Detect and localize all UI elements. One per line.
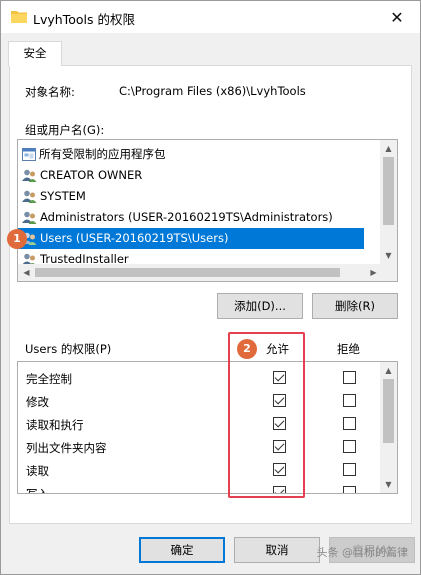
deny-checkbox[interactable] [343, 394, 356, 407]
permissions-label: Users 的权限(P) [25, 342, 112, 356]
deny-checkbox[interactable] [343, 371, 356, 384]
scroll-up-icon[interactable]: ▲ [380, 140, 397, 157]
users-icon [22, 211, 37, 224]
permission-row: 修改 [18, 390, 382, 413]
cancel-button[interactable]: 取消 [234, 537, 320, 563]
users-icon [22, 190, 37, 203]
scroll-down-icon[interactable]: ▼ [380, 247, 397, 264]
close-icon: ✕ [390, 7, 404, 27]
list-item-label: Users (USER-20160219TS\Users) [40, 231, 229, 245]
users-icon [22, 169, 37, 182]
object-name-label: 对象名称: [25, 85, 75, 99]
permission-row: 读取和执行 [18, 413, 382, 436]
watermark: 头条 @目标的篇律 [316, 546, 409, 559]
horizontal-scrollbar[interactable]: ◀ ▶ [18, 264, 397, 281]
scroll-down-icon[interactable]: ▼ [380, 476, 397, 493]
list-item-selected[interactable]: Users (USER-20160219TS\Users) [18, 228, 364, 249]
step-badge-2: 2 [237, 339, 257, 359]
scroll-up-icon[interactable]: ▲ [380, 362, 397, 379]
permission-name: 完全控制 [26, 372, 72, 386]
vertical-scrollbar[interactable]: ▲ ▼ [380, 362, 397, 493]
permission-row: 读取 [18, 459, 382, 482]
list-item-label: CREATOR OWNER [40, 168, 143, 182]
app-package-icon [22, 148, 36, 161]
permission-name: 列出文件夹内容 [26, 441, 107, 455]
permission-name: 修改 [26, 395, 49, 409]
group-list-label: 组或用户名(G): [25, 123, 105, 137]
allow-column-highlight [228, 332, 305, 498]
folder-icon [11, 11, 27, 23]
remove-button[interactable]: 删除(R) [312, 293, 398, 319]
scroll-left-icon[interactable]: ◀ [18, 264, 35, 281]
list-item-label: 所有受限制的应用程序包 [39, 147, 166, 161]
permissions-dialog: LvyhTools 的权限 ✕ 安全 对象名称: C:\Program File… [0, 0, 421, 575]
deny-checkbox[interactable] [343, 417, 356, 430]
deny-checkbox[interactable] [343, 440, 356, 453]
list-item[interactable]: CREATOR OWNER [18, 165, 382, 186]
list-item[interactable]: 所有受限制的应用程序包 [18, 144, 382, 165]
permission-name: 读取 [26, 464, 49, 478]
permission-name: 写入 [26, 487, 49, 494]
list-item[interactable]: Administrators (USER-20160219TS\Administ… [18, 207, 382, 228]
permission-row: 写入 [18, 482, 382, 494]
add-button[interactable]: 添加(D)... [217, 293, 303, 319]
scrollbar-corner [380, 264, 397, 281]
permission-name: 读取和执行 [26, 418, 84, 432]
tab-security[interactable]: 安全 [8, 41, 62, 66]
deny-checkbox[interactable] [343, 463, 356, 476]
scroll-thumb[interactable] [383, 157, 394, 225]
permissions-list: 完全控制 修改 读取和执行 列出文件夹内容 读取 写入 ▲ ▼ [17, 361, 398, 494]
permission-row: 完全控制 [18, 367, 382, 390]
close-button[interactable]: ✕ [374, 1, 420, 33]
deny-checkbox[interactable] [343, 486, 356, 493]
object-name-value: C:\Program Files (x86)\LvyhTools [119, 84, 306, 98]
step-badge-1: 1 [7, 229, 27, 249]
scroll-thumb[interactable] [35, 268, 340, 277]
deny-header: 拒绝 [337, 342, 360, 356]
list-item-label: Administrators (USER-20160219TS\Administ… [40, 210, 333, 224]
ok-button[interactable]: 确定 [139, 537, 225, 563]
window-title: LvyhTools 的权限 [33, 12, 135, 27]
permission-row: 列出文件夹内容 [18, 436, 382, 459]
list-item-label: SYSTEM [40, 189, 86, 203]
vertical-scrollbar[interactable]: ▲ ▼ [380, 140, 397, 264]
group-user-list[interactable]: 所有受限制的应用程序包 CREATOR OWNER SYSTEM Adminis… [17, 139, 398, 282]
scroll-thumb[interactable] [383, 379, 394, 443]
title-bar: LvyhTools 的权限 ✕ [1, 1, 420, 33]
list-item[interactable]: SYSTEM [18, 186, 382, 207]
